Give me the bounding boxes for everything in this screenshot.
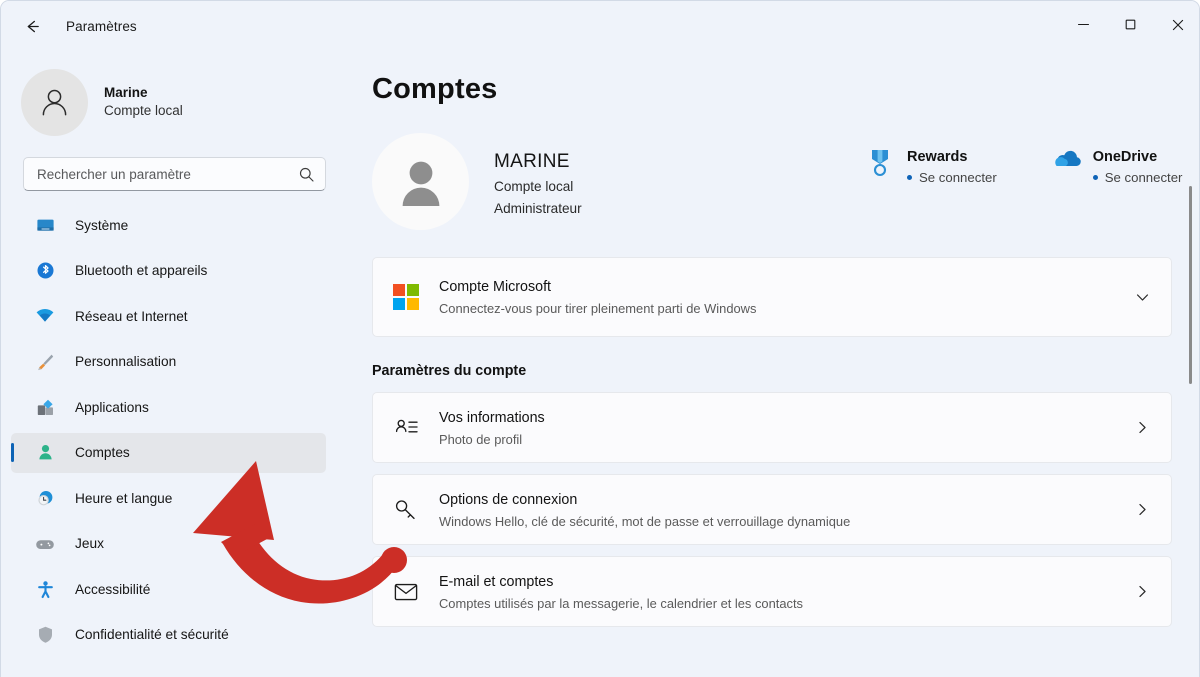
window-controls: [1060, 1, 1199, 51]
rewards-title: Rewards: [907, 149, 968, 165]
setting-row-vos-informations[interactable]: Vos informations Photo de profil: [372, 392, 1172, 463]
sidebar-item-reseau-et-internet[interactable]: Réseau et Internet: [11, 296, 326, 336]
envelope-icon: [373, 579, 439, 605]
account-hero-text: MARINE Compte local Administrateur: [494, 147, 582, 219]
sidebar-item-accessibilite[interactable]: Accessibilité: [11, 569, 326, 609]
rewards-signin-label: Se connecter: [919, 170, 997, 186]
sidebar-item-label: Jeux: [75, 536, 104, 551]
sidebar-nav: Système Bluetooth et appareils Réseau et…: [1, 205, 346, 655]
sidebar: Marine Compte local Rechercher un paramè…: [1, 51, 346, 677]
account-hero: MARINE Compte local Administrateur Rewar…: [372, 133, 1199, 243]
setting-subtitle: Comptes utilisés par la messagerie, le c…: [439, 595, 803, 611]
shield-icon: [35, 625, 55, 645]
settings-list: Vos informations Photo de profil Options…: [346, 392, 1199, 627]
app-title: Paramètres: [66, 18, 137, 34]
setting-title: Options de connexion: [439, 491, 578, 508]
gamepad-icon: [35, 534, 55, 554]
profile-subtitle: Compte local: [104, 103, 183, 118]
accessibility-icon: [35, 579, 55, 599]
close-button[interactable]: [1154, 1, 1199, 48]
sidebar-item-heure-et-langue[interactable]: Heure et langue: [11, 478, 326, 518]
sidebar-item-label: Comptes: [75, 445, 130, 460]
sidebar-item-label: Applications: [75, 399, 149, 415]
sidebar-item-comptes[interactable]: Comptes: [11, 432, 326, 473]
setting-text: Vos informations Photo de profil: [439, 406, 1113, 450]
chevron-right-icon[interactable]: [1113, 419, 1171, 436]
sidebar-item-label: Système: [75, 217, 129, 233]
sidebar-item-confidentialite-et-securite[interactable]: Confidentialité et sécurité: [11, 615, 326, 655]
setting-subtitle: Photo de profil: [439, 431, 523, 447]
setting-title: Vos informations: [439, 409, 545, 426]
title-bar: Paramètres: [1, 1, 1199, 51]
onedrive-signin-label: Se connecter: [1104, 170, 1183, 186]
sidebar-item-label: Réseau et Internet: [75, 308, 188, 324]
bullet-icon: [1092, 175, 1098, 181]
maximize-button[interactable]: [1107, 1, 1154, 48]
rewards-link[interactable]: Rewards Se connecter: [867, 145, 997, 187]
onedrive-link-text: OneDrive Se connecter: [1092, 145, 1183, 187]
sidebar-profile[interactable]: Marine Compte local: [1, 51, 346, 136]
onedrive-title: OneDrive: [1092, 149, 1158, 165]
account-role: Administrateur: [494, 200, 582, 216]
settings-window: Paramètres Marine Compte local Recherche…: [0, 0, 1200, 677]
sidebar-item-label: Personnalisation: [75, 354, 177, 369]
account-name: MARINE: [494, 151, 570, 172]
hero-links: Rewards Se connecter OneDrive Se connect…: [867, 145, 1182, 187]
sidebar-item-label: Confidentialité et sécurité: [75, 627, 229, 642]
microsoft-account-subtitle: Connectez-vous pour tirer pleinement par…: [439, 301, 757, 317]
rewards-signin[interactable]: Se connecter: [907, 168, 997, 187]
microsoft-logo-icon: [373, 284, 439, 310]
setting-text: E-mail et comptes Comptes utilisés par l…: [439, 570, 1113, 614]
sidebar-item-label: Bluetooth et appareils: [75, 263, 208, 278]
apps-icon: [35, 397, 55, 417]
onedrive-link[interactable]: OneDrive Se connecter: [1053, 145, 1183, 187]
bluetooth-icon: [35, 261, 55, 281]
chevron-right-icon[interactable]: [1113, 583, 1171, 600]
scrollbar-thumb[interactable]: [1189, 186, 1192, 384]
sidebar-item-personnalisation[interactable]: Personnalisation: [11, 342, 326, 382]
rewards-link-text: Rewards Se connecter: [907, 145, 997, 187]
user-info-icon: [373, 415, 439, 440]
account-type: Compte local: [494, 179, 574, 195]
microsoft-account-card[interactable]: Compte Microsoft Connectez-vous pour tir…: [372, 257, 1172, 337]
rewards-medal-icon: [867, 148, 897, 183]
avatar: [21, 68, 88, 136]
setting-title: E-mail et comptes: [439, 573, 554, 590]
clock-globe-icon: [35, 488, 55, 508]
sidebar-item-bluetooth-et-appareils[interactable]: Bluetooth et appareils: [11, 251, 326, 291]
onedrive-cloud-icon: [1053, 148, 1083, 175]
search-input[interactable]: [37, 166, 298, 182]
setting-row-email-et-comptes[interactable]: E-mail et comptes Comptes utilisés par l…: [372, 556, 1172, 627]
setting-row-options-de-connexion[interactable]: Options de connexion Windows Hello, clé …: [372, 474, 1172, 545]
section-heading: Paramètres du compte: [372, 363, 527, 379]
sidebar-item-systeme[interactable]: Système: [11, 205, 326, 245]
minimize-button[interactable]: [1060, 1, 1107, 48]
setting-subtitle: Windows Hello, clé de sécurité, mot de p…: [439, 513, 851, 529]
onedrive-signin[interactable]: Se connecter: [1092, 168, 1183, 187]
bullet-icon: [907, 175, 912, 181]
wifi-icon: [35, 306, 55, 326]
paintbrush-icon: [35, 352, 55, 372]
person-icon: [35, 443, 55, 463]
sidebar-item-jeux[interactable]: Jeux: [11, 524, 326, 564]
main-scrollbar[interactable]: [1185, 51, 1197, 677]
sidebar-profile-text: Marine Compte local: [104, 84, 183, 120]
profile-name: Marine: [104, 84, 148, 100]
key-icon: [373, 497, 439, 523]
sidebar-item-label: Accessibilité: [75, 581, 151, 597]
back-button[interactable]: [15, 9, 49, 43]
search-icon: [298, 166, 315, 183]
chevron-down-icon[interactable]: [1113, 289, 1171, 306]
sidebar-item-label: Heure et langue: [75, 490, 173, 506]
search-box[interactable]: [23, 157, 326, 191]
setting-text: Options de connexion Windows Hello, clé …: [439, 488, 1113, 532]
sidebar-item-applications[interactable]: Applications: [11, 387, 326, 427]
microsoft-account-text: Compte Microsoft Connectez-vous pour tir…: [439, 275, 1113, 319]
microsoft-account-title: Compte Microsoft: [439, 279, 552, 296]
monitor-icon: [35, 215, 55, 235]
chevron-right-icon[interactable]: [1113, 501, 1171, 518]
main-content: Comptes MARINE Compte local Administrate…: [346, 51, 1199, 677]
avatar: [372, 133, 469, 230]
page-title: Comptes: [372, 73, 498, 105]
